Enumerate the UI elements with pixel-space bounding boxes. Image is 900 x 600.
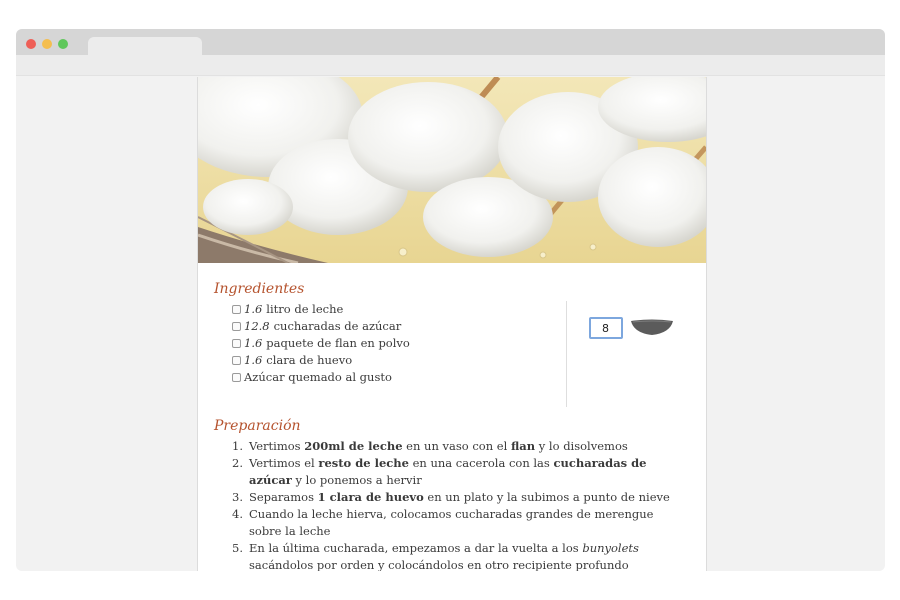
step-number: 1. bbox=[232, 439, 243, 453]
ingredient-item: Azúcar quemado al gusto bbox=[232, 369, 410, 386]
maximize-window-button[interactable] bbox=[58, 39, 68, 49]
step-text: Vertimos bbox=[249, 439, 305, 453]
ingredient-checkbox[interactable] bbox=[232, 356, 241, 365]
preparation-step: 5. En la última cucharada, empezamos a da… bbox=[232, 540, 672, 571]
step-emphasis: flan bbox=[510, 439, 536, 453]
browser-toolbar bbox=[16, 55, 885, 76]
preparation-title: Preparación bbox=[214, 418, 301, 434]
ingredient-text: cucharadas de azúcar bbox=[273, 319, 402, 333]
step-text: sacándolos por orden y colocándolos en o… bbox=[249, 558, 629, 571]
step-text: y lo disolvemos bbox=[535, 439, 628, 453]
column-divider bbox=[566, 301, 567, 407]
ingredient-text: litro de leche bbox=[266, 302, 344, 316]
step-text: Separamos bbox=[249, 490, 318, 504]
step-text: en un vaso con el bbox=[402, 439, 511, 453]
step-number: 3. bbox=[232, 490, 243, 504]
recipe-page: Ingredientes 1.6 litro de leche 12.8 cuc… bbox=[197, 77, 707, 571]
browser-window: Ingredientes 1.6 litro de leche 12.8 cuc… bbox=[16, 29, 885, 571]
preparation-steps: 1. Vertimos 200ml de leche en un vaso con… bbox=[232, 438, 672, 571]
step-emphasis: resto de leche bbox=[318, 456, 409, 470]
step-number: 2. bbox=[232, 456, 243, 470]
recipe-photo bbox=[198, 77, 706, 263]
ingredient-qty: 1.6 bbox=[244, 353, 263, 367]
step-number: 5. bbox=[232, 541, 243, 555]
bowl-icon bbox=[631, 319, 673, 335]
minimize-window-button[interactable] bbox=[42, 39, 52, 49]
ingredient-checkbox[interactable] bbox=[232, 305, 241, 314]
ingredient-qty: 1.6 bbox=[244, 336, 263, 350]
close-window-button[interactable] bbox=[26, 39, 36, 49]
ingredient-checkbox[interactable] bbox=[232, 373, 241, 382]
ingredient-text: clara de huevo bbox=[266, 353, 353, 367]
step-text: en una cacerola con las bbox=[408, 456, 554, 470]
step-italic: bunyolets bbox=[582, 541, 639, 555]
step-number: 4. bbox=[232, 507, 243, 521]
step-text: en un plato y la subimos a punto de niev… bbox=[423, 490, 670, 504]
ingredient-qty: 12.8 bbox=[244, 319, 270, 333]
ingredient-checkbox[interactable] bbox=[232, 322, 241, 331]
ingredient-text: Azúcar quemado al gusto bbox=[244, 370, 392, 384]
ingredient-item: 12.8 cucharadas de azúcar bbox=[232, 318, 410, 335]
browser-tab[interactable] bbox=[88, 37, 202, 55]
preparation-step: 4. Cuando la leche hierva, colocamos cuch… bbox=[232, 506, 672, 540]
ingredient-qty: 1.6 bbox=[244, 302, 263, 316]
step-text: Vertimos el bbox=[249, 456, 319, 470]
preparation-step: 3. Separamos 1 clara de huevo en un plato… bbox=[232, 489, 672, 506]
ingredient-text: paquete de flan en polvo bbox=[266, 336, 410, 350]
preparation-step: 2. Vertimos el resto de leche en una cace… bbox=[232, 455, 672, 489]
step-text: En la última cucharada, empezamos a dar … bbox=[249, 541, 583, 555]
ingredients-title: Ingredientes bbox=[214, 281, 305, 297]
ingredients-list: 1.6 litro de leche 12.8 cucharadas de az… bbox=[232, 301, 410, 386]
ingredient-item: 1.6 litro de leche bbox=[232, 301, 410, 318]
servings-input[interactable] bbox=[589, 317, 623, 339]
step-emphasis: 200ml de leche bbox=[304, 439, 403, 453]
ingredient-checkbox[interactable] bbox=[232, 339, 241, 348]
step-emphasis: 1 clara de huevo bbox=[317, 490, 424, 504]
ingredient-item: 1.6 clara de huevo bbox=[232, 352, 410, 369]
step-text: Cuando la leche hierva, colocamos cuchar… bbox=[249, 507, 654, 538]
title-bar bbox=[16, 29, 885, 55]
preparation-step: 1. Vertimos 200ml de leche en un vaso con… bbox=[232, 438, 672, 455]
step-text: y lo ponemos a hervir bbox=[291, 473, 422, 487]
ingredient-item: 1.6 paquete de flan en polvo bbox=[232, 335, 410, 352]
